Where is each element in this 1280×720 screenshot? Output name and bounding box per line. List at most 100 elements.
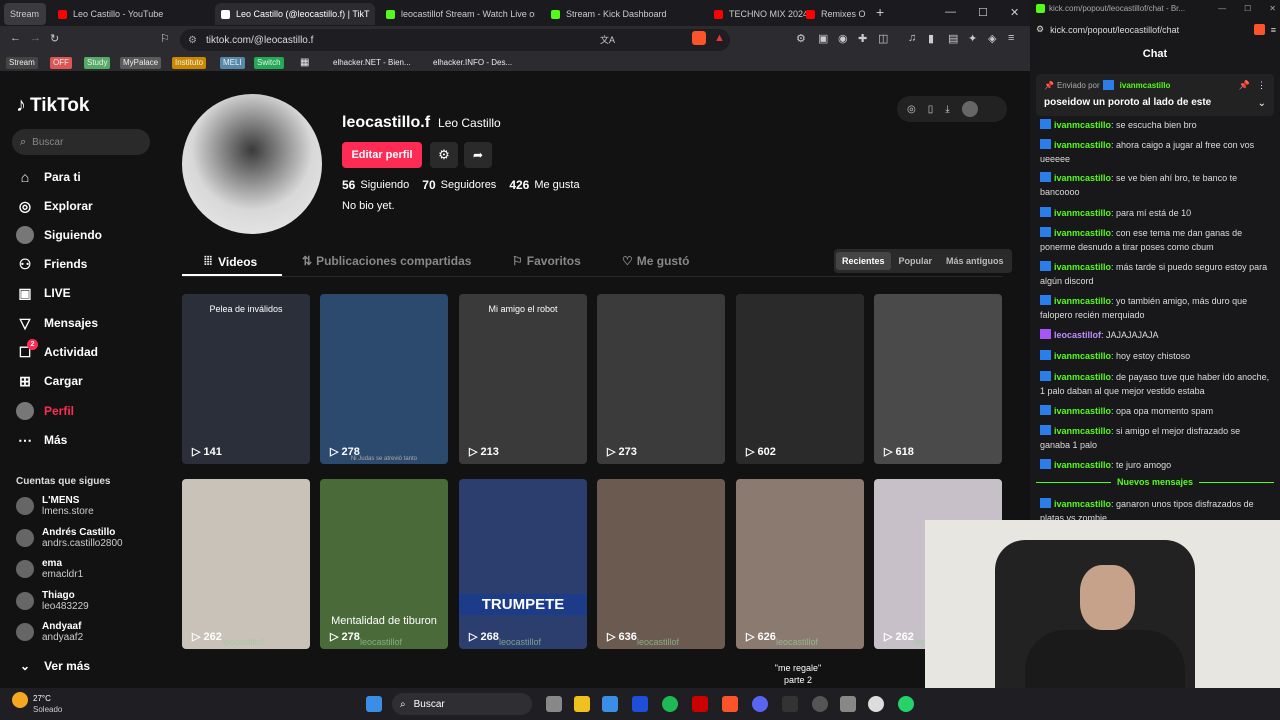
minimize-icon[interactable]: — — [1218, 4, 1226, 13]
chat-username[interactable]: ivanmcastillo — [1054, 460, 1111, 470]
video-thumbnail[interactable]: ▷ 636 leocastillof — [597, 479, 725, 649]
bookmark-study[interactable]: Study — [84, 57, 111, 69]
store-icon[interactable] — [602, 696, 618, 712]
video-thumbnail[interactable]: ▷ 626 leocastillof — [736, 479, 864, 649]
reload-icon[interactable]: ↻ — [50, 32, 59, 45]
video-thumbnail[interactable]: ▷ 262leocastillof — [182, 479, 310, 649]
tab-liked[interactable]: ♡ Me gustó — [622, 254, 689, 268]
sort-oldest[interactable]: Más antiguos — [940, 252, 1010, 270]
search-input[interactable]: ⌕ Buscar — [12, 129, 150, 155]
chat-username[interactable]: ivanmcastillo — [1054, 140, 1111, 150]
chat-username[interactable]: ivanmcastillo — [1054, 173, 1111, 183]
sort-popular[interactable]: Popular — [893, 252, 939, 270]
tab-kick-watch[interactable]: leocastillof Stream - Watch Live on K — [380, 3, 535, 25]
chat-url[interactable]: kick.com/popout/leocastillof/chat — [1050, 25, 1179, 35]
app-icon[interactable] — [632, 696, 648, 712]
menu-icon[interactable]: ≡ — [1271, 25, 1276, 35]
taskbar-search[interactable]: ⌕ Buscar — [392, 693, 532, 715]
menu-icon[interactable]: ≡ — [1008, 32, 1014, 44]
user-avatar[interactable] — [961, 101, 978, 117]
nav-item-people[interactable]: ⚇ Friends — [16, 255, 88, 273]
chat-username[interactable]: ivanmcastillo — [1054, 351, 1111, 361]
weather-widget[interactable]: 27°C Soleado — [33, 693, 62, 715]
tab-youtube[interactable]: Leo Castillo - YouTube — [52, 3, 212, 25]
nav-item-home[interactable]: ⌂ Para ti — [16, 168, 81, 186]
maximize-icon[interactable]: ☐ — [1244, 4, 1251, 13]
chat-username[interactable]: ivanmcastillo — [1054, 296, 1111, 306]
extension-icon[interactable]: ⚙ — [796, 32, 806, 45]
nav-item-activity[interactable]: ☐ Actividad 2 — [16, 339, 98, 361]
bookmark-elhacker-net[interactable]: elhacker.NET - Bien... — [330, 57, 414, 69]
chat-username[interactable]: ivanmcastillo — [1054, 372, 1111, 382]
discord-icon[interactable] — [752, 696, 768, 712]
tab-stream[interactable]: Stream — [4, 3, 46, 25]
tab-techno[interactable]: TECHNO MIX 2024 — [708, 3, 806, 25]
translate-icon[interactable]: 文A — [600, 33, 615, 46]
bookmark-switch[interactable]: Switch — [254, 57, 284, 69]
sort-recent[interactable]: Recientes — [836, 252, 891, 270]
video-thumbnail[interactable]: ▷ 618 — [874, 294, 1002, 464]
site-info-icon[interactable]: ⚙ — [188, 35, 197, 46]
following-item[interactable]: Andyaaf andyaaf2 — [16, 621, 83, 643]
video-thumbnail[interactable]: Mi amigo el robot ▷ 213 — [459, 294, 587, 464]
chat-username[interactable]: ivanmcastillo — [1054, 262, 1111, 272]
nav-item-compass[interactable]: ◎ Explorar — [16, 197, 93, 215]
download-icon[interactable]: ⤓ — [945, 104, 949, 115]
tab-kick-dashboard[interactable]: Stream - Kick Dashboard — [545, 3, 700, 25]
chat-username[interactable]: leocastillof — [1054, 330, 1101, 340]
app-icon[interactable] — [812, 696, 828, 712]
video-thumbnail[interactable]: ▷ 273 — [597, 294, 725, 464]
bookmark-elhacker-info[interactable]: elhacker.INFO - Des... — [430, 57, 515, 69]
following-label[interactable]: Siguiendo — [360, 179, 409, 191]
compass-icon[interactable]: ◎ — [907, 104, 916, 115]
file-explorer-icon[interactable] — [574, 696, 590, 712]
window-close-icon[interactable]: ✕ — [1269, 4, 1276, 13]
task-view-icon[interactable] — [546, 696, 562, 712]
chat-username[interactable]: ivanmcastillo — [1054, 426, 1111, 436]
spotify-icon[interactable] — [662, 696, 678, 712]
brave-shield-icon[interactable] — [692, 31, 706, 45]
minimize-icon[interactable]: — — [945, 6, 956, 18]
puzzle-icon[interactable]: ✚ — [858, 32, 867, 45]
tab-reposts[interactable]: ⇅ Publicaciones compartidas — [302, 254, 471, 268]
followers-label[interactable]: Seguidores — [441, 179, 497, 191]
unpin-icon[interactable]: 📌 — [1239, 80, 1250, 91]
following-item[interactable]: Andrés Castillo andrs.castillo2800 — [16, 527, 123, 549]
maximize-icon[interactable]: ☐ — [978, 6, 988, 19]
chat-username[interactable]: ivanmcastillo — [1054, 499, 1111, 509]
bookmark-instituto[interactable]: Instituto — [172, 57, 207, 69]
extension-icon[interactable]: ◉ — [838, 32, 848, 45]
start-icon[interactable] — [366, 696, 382, 712]
share-icon[interactable]: ➦ — [464, 142, 492, 168]
bookmark-meli[interactable]: MELI — [220, 57, 245, 69]
forward-icon[interactable]: → — [30, 32, 41, 44]
back-icon[interactable]: ← — [10, 32, 21, 44]
sidebar-icon[interactable]: ▮ — [928, 32, 934, 45]
following-item[interactable]: Thiago leo483229 — [16, 590, 89, 612]
see-more-button[interactable]: ⌄ Ver más — [20, 659, 90, 673]
settings-icon[interactable] — [840, 696, 856, 712]
nav-item-profile[interactable]: Perfil — [16, 402, 74, 420]
tiktok-logo[interactable]: ♪ TikTok — [16, 94, 89, 117]
pinned-message[interactable]: 📌 Enviado por ivanmcastillo 📌 ⋮ poseidow… — [1036, 74, 1274, 116]
epic-games-icon[interactable] — [782, 696, 798, 712]
site-info-icon[interactable]: ⚙ — [1036, 24, 1044, 35]
app-icon[interactable] — [692, 696, 708, 712]
tab-favorites[interactable]: ⚐ Favoritos — [512, 254, 581, 268]
brave-shield-icon[interactable] — [1253, 24, 1265, 35]
brave-icon[interactable] — [722, 696, 738, 712]
bookmark-stream[interactable]: Stream — [6, 57, 38, 69]
nav-item-avatar[interactable]: Siguiendo — [16, 226, 102, 244]
music-icon[interactable]: ♫ — [908, 32, 916, 44]
apps-icon[interactable]: ▦ — [297, 57, 312, 69]
pinned-by-user[interactable]: ivanmcastillo — [1120, 81, 1171, 90]
chat-username[interactable]: ivanmcastillo — [1054, 228, 1111, 238]
bookmark-mypalace[interactable]: MyPalace — [120, 57, 162, 69]
bookmark-icon[interactable]: ⚐ — [160, 32, 170, 45]
more-icon[interactable]: ⋮ — [1257, 80, 1266, 91]
nav-item-more[interactable]: ⋯ Más — [16, 431, 67, 449]
tab-remixes[interactable]: Remixes Of P — [800, 3, 865, 25]
wallet-icon[interactable]: ▤ — [948, 32, 958, 45]
nav-item-live[interactable]: ▣ LIVE — [16, 284, 70, 302]
bookmark-off[interactable]: OFF — [50, 57, 72, 69]
